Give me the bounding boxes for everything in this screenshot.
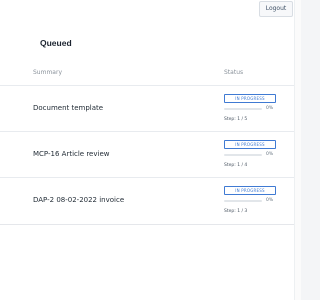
row-divider bbox=[0, 131, 294, 132]
status-badge: IN PROGRESS bbox=[224, 94, 276, 103]
row-summary[interactable]: Document template bbox=[33, 104, 103, 112]
progress-bar bbox=[224, 200, 262, 202]
step-text: Step: 1 / 4 bbox=[224, 163, 248, 168]
row-divider bbox=[0, 177, 294, 178]
progress-bar bbox=[224, 154, 262, 156]
status-badge: IN PROGRESS bbox=[224, 186, 276, 195]
step-text: Step: 1 / 3 bbox=[224, 209, 248, 214]
progress-bar bbox=[224, 108, 262, 110]
progress-percent: 0% bbox=[266, 152, 274, 157]
top-bar: Logout bbox=[0, 0, 300, 25]
logout-button[interactable]: Logout bbox=[259, 1, 293, 17]
status-badge: IN PROGRESS bbox=[224, 140, 276, 149]
progress-percent: 0% bbox=[266, 106, 274, 111]
row-summary[interactable]: DAP-2 08-02-2022 invoice bbox=[33, 196, 124, 204]
app-window: Logout Queued Summary Status Document te… bbox=[0, 0, 301, 300]
section-title: Queued bbox=[40, 38, 72, 48]
row-summary[interactable]: MCP-16 Article review bbox=[33, 150, 109, 158]
column-header-status: Status bbox=[224, 69, 244, 76]
header-divider bbox=[0, 85, 294, 86]
column-header-summary: Summary bbox=[33, 69, 62, 76]
step-text: Step: 1 / 5 bbox=[224, 117, 248, 122]
scrollbar[interactable] bbox=[294, 0, 301, 300]
progress-percent: 0% bbox=[266, 198, 274, 203]
